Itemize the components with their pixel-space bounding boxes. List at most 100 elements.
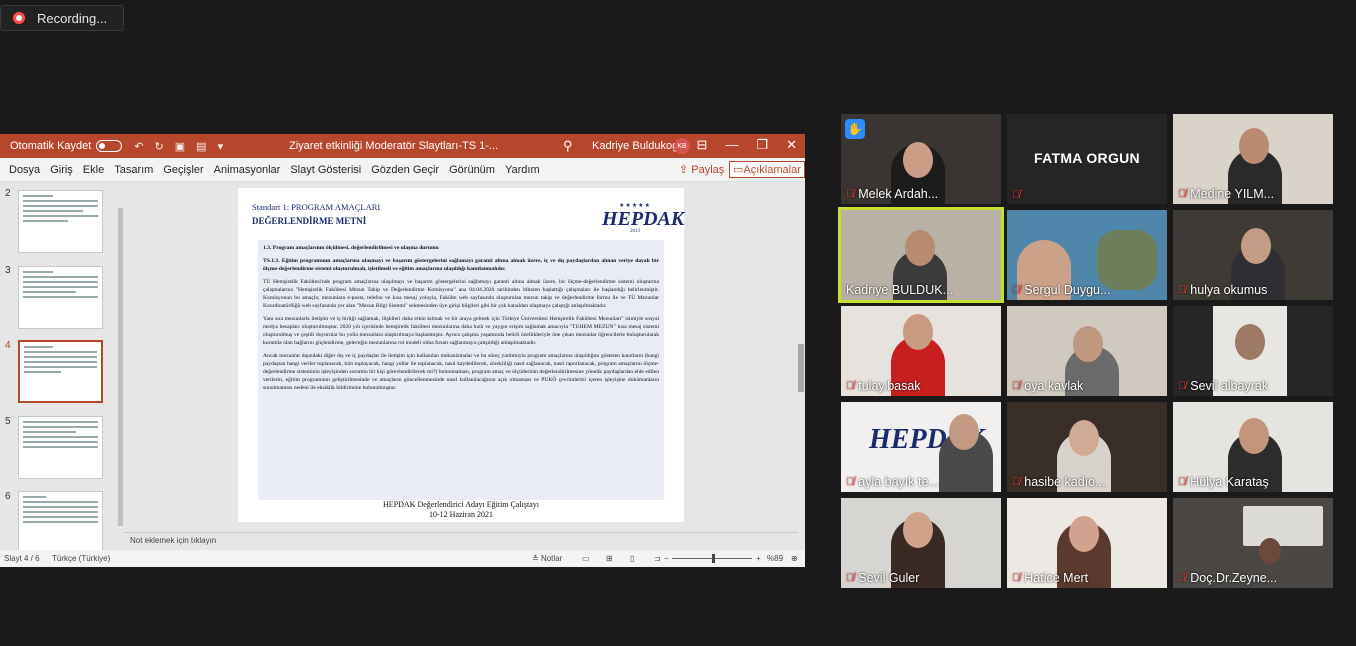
tab-file[interactable]: Dosya — [4, 164, 45, 176]
participant-tile[interactable]: 🎙̸ hasibe kadıo... — [1007, 402, 1167, 492]
close-icon[interactable]: ✕ — [786, 137, 797, 153]
comment-icon: ▭ — [733, 164, 744, 176]
paragraph-1: TÜ Hemşirelik Fakültesi'nde program amaç… — [263, 279, 659, 309]
slide-thumbnail-3[interactable] — [18, 266, 103, 329]
video-background-rock — [1097, 230, 1157, 290]
participant-tile[interactable]: FATMA ORGUN 🎙̸ — [1007, 114, 1167, 204]
customize-icon[interactable]: ▾ — [218, 140, 224, 153]
video-face — [1069, 516, 1099, 552]
participant-name: Hülya Karataş — [1190, 475, 1269, 489]
video-face — [1073, 326, 1103, 362]
participant-name-label: Kadriye BULDUK... — [846, 283, 953, 297]
quick-access-toolbar: ↶ ↻ ▣ ▤ ▾ — [134, 140, 223, 153]
zoom-level[interactable]: %89 — [767, 554, 783, 563]
participant-name-center: FATMA ORGUN — [1034, 150, 1140, 166]
thumb-number: 2 — [5, 188, 11, 199]
document-title[interactable]: Ziyaret etkinliği Moderatör Slaytları-TS… — [289, 140, 498, 152]
tab-insert[interactable]: Ekle — [78, 164, 109, 176]
fit-to-window-icon[interactable]: ⊕ — [791, 554, 798, 563]
search-icon[interactable]: ⚲ — [563, 138, 573, 154]
participant-name: tulay.basak — [858, 379, 921, 393]
autosave-control[interactable]: Otomatik Kaydet — [10, 140, 123, 152]
language-indicator[interactable]: Türkçe (Türkiye) — [52, 554, 110, 563]
current-slide[interactable]: Standart 1: PROGRAM AMAÇLARI DEĞERLENDİR… — [238, 188, 684, 522]
restore-icon[interactable]: ❐ — [756, 137, 768, 153]
tab-slideshow[interactable]: Slayt Gösterisi — [285, 164, 366, 176]
participant-tile[interactable]: 🎙̸ hulya okumus — [1173, 210, 1333, 300]
slide-thumbnail-2[interactable] — [18, 190, 103, 253]
participant-tile-active-speaker[interactable]: Kadriye BULDUK... — [838, 207, 1004, 303]
slide-sorter-icon[interactable]: ⊞ — [606, 554, 613, 563]
video-face — [1235, 324, 1265, 360]
share-button[interactable]: ⇪ Paylaş — [679, 163, 724, 176]
save-icon[interactable]: ▤ — [196, 140, 206, 153]
slide-thumbnail-5[interactable] — [18, 416, 103, 479]
slideshow-icon[interactable]: ⊐ — [654, 554, 661, 563]
slide-footer-title: HEPDAK Değerlendirici Adayı Eğitim Çalış… — [383, 500, 539, 509]
zoom-slider-handle[interactable] — [712, 554, 715, 563]
notes-toggle[interactable]: ≛ Notlar — [532, 554, 562, 563]
participant-name-label: 🎙̸ Melek Ardah... — [846, 187, 938, 201]
participant-tile[interactable]: 🎙̸ Doç.Dr.Zeyne... — [1173, 498, 1333, 588]
reading-view-icon[interactable]: ▯ — [630, 554, 634, 563]
redo-icon[interactable]: ↻ — [155, 140, 164, 153]
logo-text: HEPDAK — [602, 208, 685, 230]
participant-tile[interactable]: 🎙̸ Hatice Mert — [1007, 498, 1167, 588]
canvas-scrollbar[interactable] — [797, 186, 805, 506]
avatar[interactable]: KB — [674, 138, 690, 154]
participant-name: Sergul Duygu... — [1024, 283, 1111, 297]
slide-thumbnail-4-selected[interactable] — [18, 340, 103, 403]
mic-muted-icon: 🎙̸ — [846, 188, 855, 200]
video-face — [1239, 418, 1269, 454]
participant-tile[interactable]: 🎙̸ oya kavlak — [1007, 306, 1167, 396]
thumbnails-scrollbar[interactable] — [116, 186, 124, 526]
participant-name: Melek Ardah... — [858, 187, 939, 201]
mic-muted-icon: 🎙̸ — [1012, 189, 1021, 201]
participant-name: Medine YILM... — [1190, 187, 1275, 201]
participant-name: hulya okumus — [1190, 283, 1268, 297]
autosave-label: Otomatik Kaydet — [10, 140, 92, 152]
minimize-icon[interactable]: — — [725, 137, 738, 153]
participant-tile[interactable]: 🎙̸ tulay.basak — [841, 306, 1001, 396]
participant-tile[interactable]: 🎙̸ Medine YILM... — [1173, 114, 1333, 204]
normal-view-icon[interactable]: ▭ — [582, 554, 590, 563]
mic-muted-icon: 🎙̸ — [846, 476, 855, 488]
tab-animations[interactable]: Animasyonlar — [209, 164, 286, 176]
participant-tile[interactable]: 🎙̸ Hülya Karataş — [1173, 402, 1333, 492]
notes-label: Notlar — [540, 554, 563, 563]
tab-home[interactable]: Giriş — [45, 164, 78, 176]
notes-pane[interactable]: Not eklemek için tıklayın — [124, 532, 798, 550]
participant-name: Doç.Dr.Zeyne... — [1190, 571, 1278, 585]
share-label: Paylaş — [691, 164, 725, 176]
autosave-toggle[interactable] — [96, 140, 123, 152]
video-face — [1259, 538, 1281, 564]
tab-review[interactable]: Gözden Geçir — [366, 164, 444, 176]
slide-subheader: DEĞERLENDİRME METNİ — [252, 216, 367, 226]
participant-tile[interactable]: HEPDAK 🎙̸ ayla bayık te... — [841, 402, 1001, 492]
tab-transitions[interactable]: Geçişler — [158, 164, 208, 176]
tab-help[interactable]: Yardım — [500, 164, 545, 176]
zoom-in-icon[interactable]: + — [756, 554, 761, 563]
video-face — [903, 314, 933, 350]
participant-tile[interactable]: 🎙̸ Sevil albayrak — [1173, 306, 1333, 396]
participant-name-label: 🎙̸ Sergul Duygu... — [1012, 283, 1110, 297]
user-name[interactable]: Kadriye Buldukoglu — [592, 140, 687, 152]
present-icon[interactable]: ▣ — [175, 140, 185, 153]
participant-name-label: 🎙̸ — [1012, 189, 1020, 201]
participant-tile[interactable]: 🎙̸ Sergul Duygu... — [1007, 210, 1167, 300]
comments-button[interactable]: ▭Açıklamalar — [729, 161, 805, 178]
participant-name-label: 🎙̸ Hülya Karataş — [1178, 475, 1269, 489]
participant-tile[interactable]: ✋ 🎙̸ Melek Ardah... — [841, 114, 1001, 204]
mic-muted-icon: 🎙̸ — [1178, 380, 1187, 392]
recording-indicator[interactable]: Recording... — [0, 5, 124, 31]
slide-thumbnail-6[interactable] — [18, 491, 103, 554]
participant-tile[interactable]: 🎙̸ Sevil Guler — [841, 498, 1001, 588]
evaluation-text-box: 1.3. Program amaçlarının ölçülmesi, değe… — [258, 240, 664, 500]
undo-icon[interactable]: ↶ — [134, 140, 143, 153]
ribbon-display-icon[interactable]: ⊟ — [697, 137, 708, 153]
box-title: 1.3. Program amaçlarının ölçülmesi, değe… — [263, 245, 439, 251]
zoom-out-icon[interactable]: − — [664, 554, 669, 563]
tab-view[interactable]: Görünüm — [444, 164, 500, 176]
tab-design[interactable]: Tasarım — [109, 164, 158, 176]
mic-muted-icon: 🎙̸ — [1012, 476, 1021, 488]
